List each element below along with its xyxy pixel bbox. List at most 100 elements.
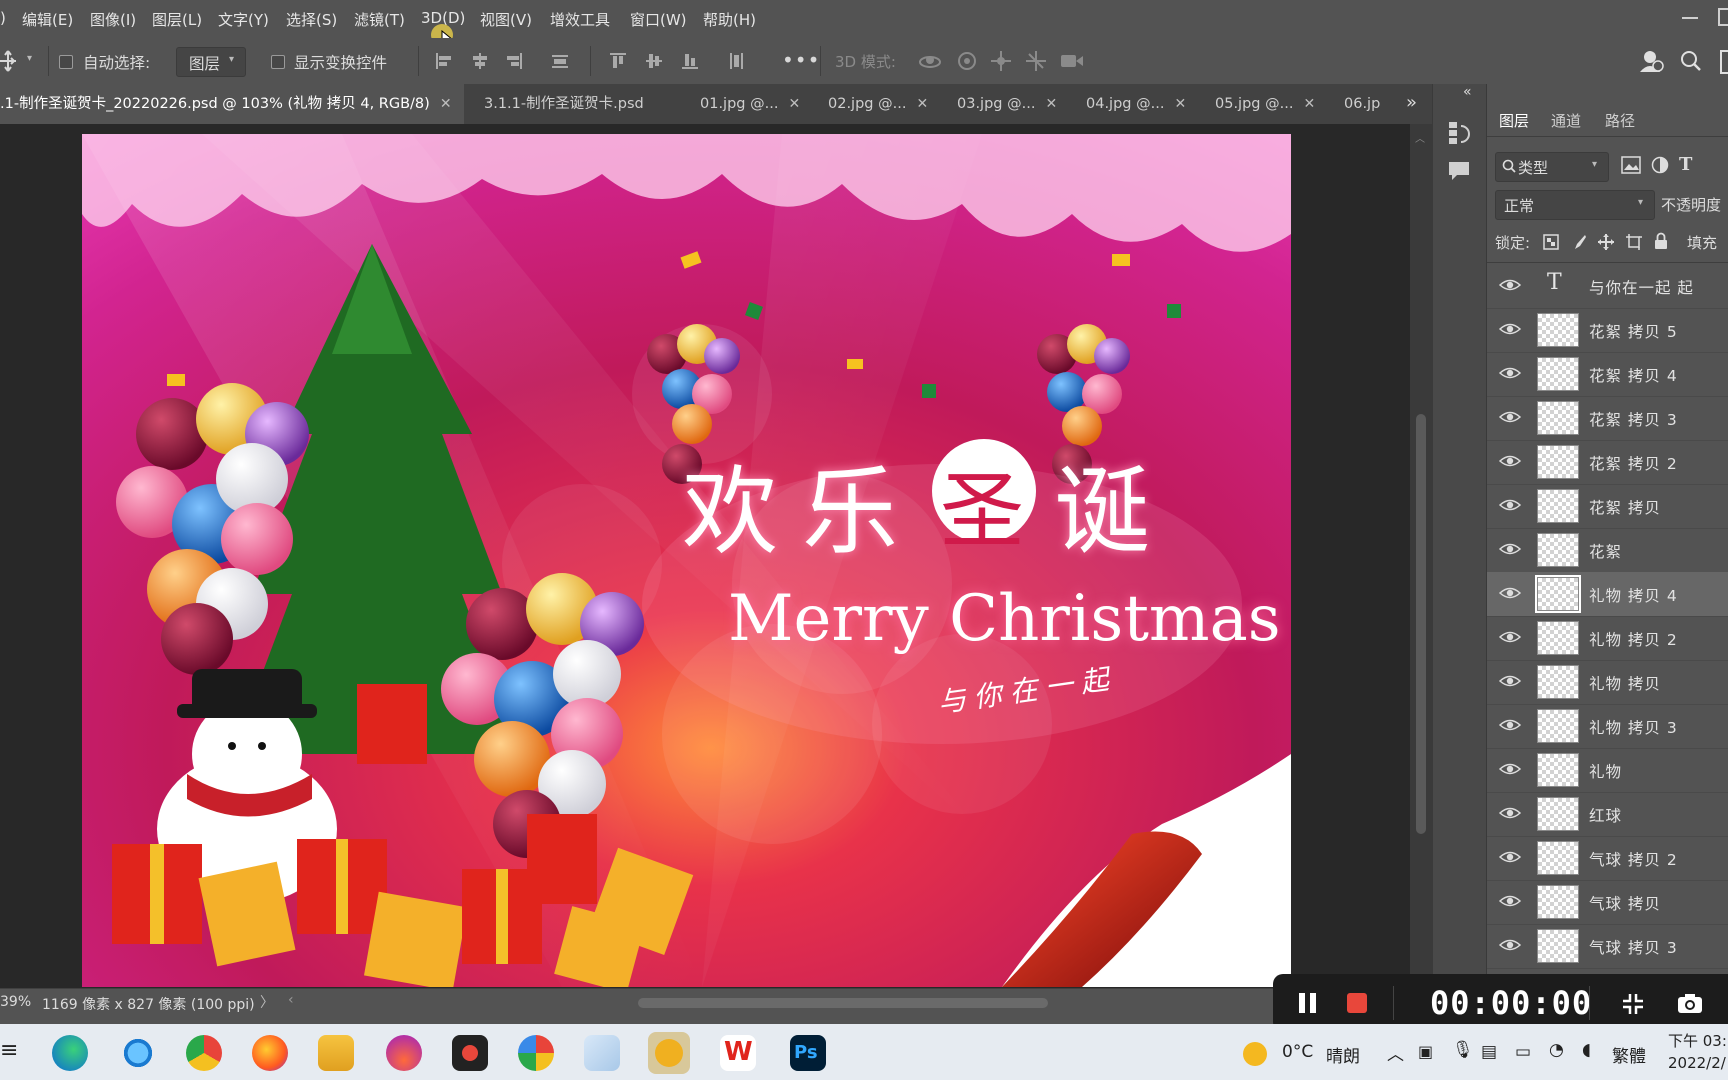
auto-select-target-dropdown[interactable]: 图层 ▾ (176, 47, 246, 77)
clock-time[interactable]: 下午 03: (1668, 1030, 1727, 1051)
lock-position-icon[interactable] (1597, 233, 1615, 251)
scroll-left-icon[interactable]: ‹ (288, 992, 294, 1008)
layer-row-selected[interactable]: 礼物 拷贝 4 (1487, 572, 1728, 617)
menu-layer[interactable]: 图层(L) (152, 9, 202, 30)
distribute-h-icon[interactable] (550, 51, 570, 71)
visibility-eye-icon[interactable] (1499, 585, 1521, 601)
visibility-eye-icon[interactable] (1499, 761, 1521, 777)
layer-row[interactable]: 气球 拷贝 3 (1487, 924, 1728, 969)
screenshot-camera-icon[interactable] (1677, 992, 1703, 1014)
media-player-icon[interactable] (648, 1032, 690, 1074)
tool-preset-chevron-icon[interactable]: ▾ (27, 53, 32, 64)
filter-adjustment-icon[interactable] (1651, 156, 1669, 174)
file-explorer-icon[interactable] (318, 1035, 354, 1071)
close-icon[interactable]: ✕ (440, 96, 452, 112)
network-app-icon[interactable]: ▤ (1481, 1042, 1497, 1062)
visibility-eye-icon[interactable] (1499, 849, 1521, 865)
tray-expand-chevron-icon[interactable]: ︿ (1387, 1040, 1404, 1065)
menu-window[interactable]: 窗口(W) (630, 9, 687, 30)
visibility-eye-icon[interactable] (1499, 673, 1521, 689)
visibility-eye-icon[interactable] (1499, 717, 1521, 733)
edge-browser-icon[interactable] (52, 1035, 88, 1071)
layer-row[interactable]: 礼物 拷贝 (1487, 660, 1728, 705)
tabs-overflow-icon[interactable]: » (1406, 92, 1417, 113)
layer-row[interactable]: 红球 (1487, 792, 1728, 837)
align-left-icon[interactable] (434, 51, 454, 71)
status-menu-chevron-icon[interactable]: 〉 (260, 992, 274, 1012)
screen-recorder-app-icon[interactable] (452, 1035, 488, 1071)
account-icon[interactable] (1638, 48, 1664, 74)
tab-01jpg[interactable]: 01.jpg @... ✕ (700, 84, 812, 124)
3d-pan-icon[interactable] (990, 50, 1012, 72)
wps-office-icon[interactable]: W (720, 1035, 756, 1071)
menu-plugins[interactable]: 增效工具 (550, 9, 610, 30)
visibility-eye-icon[interactable] (1499, 453, 1521, 469)
layer-row[interactable]: T 与你在一起 起 (1487, 264, 1728, 309)
tab-05jpg[interactable]: 05.jpg @... ✕ (1215, 84, 1327, 124)
align-bottom-icon[interactable] (680, 51, 700, 71)
align-center-h-icon[interactable] (470, 51, 490, 71)
minimize-icon[interactable] (1682, 17, 1698, 19)
tab-layers[interactable]: 图层 (1499, 110, 1529, 131)
lock-artboard-icon[interactable] (1625, 233, 1643, 251)
visibility-eye-icon[interactable] (1499, 893, 1521, 909)
tab-main-psd[interactable]: .1-制作圣诞贺卡_20220226.psd @ 103% (礼物 拷贝 4, … (0, 84, 464, 124)
align-middle-v-icon[interactable] (644, 51, 664, 71)
blend-mode-dropdown[interactable]: 正常 ▾ (1495, 190, 1655, 220)
visibility-eye-icon[interactable] (1499, 409, 1521, 425)
layer-row[interactable]: 礼物 (1487, 748, 1728, 793)
ime-indicator[interactable]: 繁體 (1612, 1042, 1646, 1067)
close-icon[interactable]: ✕ (916, 96, 928, 112)
menu-select[interactable]: 选择(S) (286, 9, 337, 30)
3d-orbit-icon[interactable] (918, 50, 942, 72)
scroll-up-icon[interactable]: ︿ (1415, 130, 1425, 145)
layer-row[interactable]: 花絮 (1487, 528, 1728, 573)
move-tool-icon[interactable] (0, 50, 16, 72)
horizontal-scroll-thumb[interactable] (638, 998, 1048, 1008)
align-top-icon[interactable] (608, 51, 628, 71)
workspace-icon[interactable] (1720, 50, 1728, 74)
lock-brush-icon[interactable] (1571, 234, 1587, 250)
layer-row[interactable]: 花絮 拷贝 5 (1487, 308, 1728, 353)
zoom-level[interactable]: 39% (0, 994, 31, 1010)
align-right-icon[interactable] (504, 51, 524, 71)
menu-filter[interactable]: 滤镜(T) (354, 9, 405, 30)
lock-all-icon[interactable] (1653, 232, 1669, 250)
tab-04jpg[interactable]: 04.jpg @... ✕ (1086, 84, 1198, 124)
microphone-icon[interactable]: 🎙 (1452, 1040, 1474, 1060)
layer-filter-dropdown[interactable]: 类型 ▾ (1495, 152, 1609, 182)
maximize-icon[interactable] (1718, 8, 1728, 26)
tray-app-icon[interactable]: ▣ (1418, 1042, 1433, 1061)
history-icon[interactable] (1447, 120, 1471, 146)
collapse-icon[interactable] (1621, 992, 1645, 1016)
comments-icon[interactable] (1447, 160, 1471, 182)
layer-row[interactable]: 礼物 拷贝 3 (1487, 704, 1728, 749)
tab-psd-2[interactable]: 3.1.1-制作圣诞贺卡.psd (484, 84, 674, 124)
close-icon[interactable]: ✕ (1045, 96, 1057, 112)
menu-fragment[interactable]: ) (0, 9, 6, 27)
layer-row[interactable]: 气球 拷贝 2 (1487, 836, 1728, 881)
visibility-eye-icon[interactable] (1499, 497, 1521, 513)
tab-paths[interactable]: 路径 (1605, 110, 1635, 131)
search-icon[interactable] (1680, 50, 1702, 72)
menu-edit[interactable]: 编辑(E) (22, 9, 73, 30)
visibility-eye-icon[interactable] (1499, 805, 1521, 821)
show-transform-checkbox[interactable] (271, 55, 285, 69)
wifi-icon[interactable]: ◔ (1549, 1040, 1564, 1060)
weather-description[interactable]: 晴朗 (1326, 1042, 1360, 1067)
layer-row[interactable]: 花絮 拷贝 (1487, 484, 1728, 529)
3d-slide-icon[interactable] (1025, 50, 1047, 72)
layer-row[interactable]: 花絮 拷贝 2 (1487, 440, 1728, 485)
tab-06jpg[interactable]: 06.jp (1344, 84, 1394, 124)
auto-select-checkbox[interactable] (59, 55, 73, 69)
3d-camera-icon[interactable] (1060, 52, 1084, 70)
close-icon[interactable]: ✕ (1174, 96, 1186, 112)
layer-row[interactable]: 花絮 拷贝 4 (1487, 352, 1728, 397)
tab-channels[interactable]: 通道 (1551, 110, 1581, 131)
paint-app-icon[interactable] (386, 1035, 422, 1071)
weather-temperature[interactable]: 0°C (1282, 1042, 1313, 1062)
collapse-panels-icon[interactable]: « (1463, 84, 1472, 100)
volume-icon[interactable]: ◖ (1582, 1040, 1591, 1060)
visibility-eye-icon[interactable] (1499, 937, 1521, 953)
visibility-eye-icon[interactable] (1499, 277, 1521, 293)
